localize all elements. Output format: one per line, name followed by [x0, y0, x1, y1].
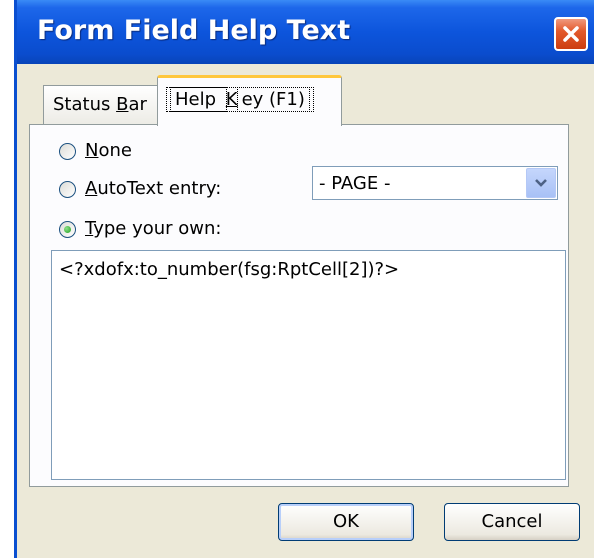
close-button[interactable] — [554, 17, 588, 51]
chevron-down-icon — [535, 179, 547, 187]
close-icon — [563, 26, 579, 42]
autotext-dropdown-button[interactable] — [526, 168, 556, 198]
radio-type-own-label: Type your own: — [85, 218, 221, 239]
radio-label-accesskey: N — [85, 140, 99, 161]
ok-button[interactable]: OK — [278, 503, 414, 541]
tab-status-bar-label: Status Bar — [53, 94, 147, 115]
tab-label-accesskey: B — [116, 94, 129, 115]
radio-label-accesskey: T — [85, 218, 94, 239]
tab-label-part: Status — [53, 94, 117, 115]
radio-autotext-label: AutoText entry: — [85, 178, 221, 199]
tab-label-part: ey (F1) — [236, 87, 310, 112]
radio-none-label: None — [85, 140, 132, 161]
tab-label-part: ar — [128, 94, 147, 115]
tab-help-key-label: Help Key (F1) — [166, 87, 314, 112]
tab-label-part: Help — [170, 87, 227, 112]
autotext-select-value: - PAGE - — [319, 173, 391, 194]
window-title: Form Field Help Text — [37, 15, 351, 46]
autotext-select[interactable]: - PAGE - — [312, 166, 558, 200]
title-bar[interactable]: Form Field Help Text — [17, 0, 594, 64]
radio-label-text: one — [98, 140, 132, 161]
tab-status-bar[interactable]: Status Bar — [43, 85, 169, 125]
tab-help-key[interactable]: Help Key (F1) — [157, 75, 342, 126]
radio-label-accesskey: A — [85, 178, 98, 199]
cancel-button[interactable]: Cancel — [444, 503, 580, 541]
radio-label-text: utoText entry: — [97, 178, 222, 199]
radio-button[interactable] — [59, 143, 76, 160]
radio-button[interactable] — [59, 221, 76, 238]
help-text-input[interactable]: <?xdofx:to_number(fsg:RptCell[2])?> — [51, 250, 566, 480]
radio-label-text: ype your own: — [93, 218, 222, 239]
tab-label-accesskey: K — [225, 89, 238, 110]
radio-button[interactable] — [59, 181, 76, 198]
radio-selected-dot — [64, 226, 71, 233]
